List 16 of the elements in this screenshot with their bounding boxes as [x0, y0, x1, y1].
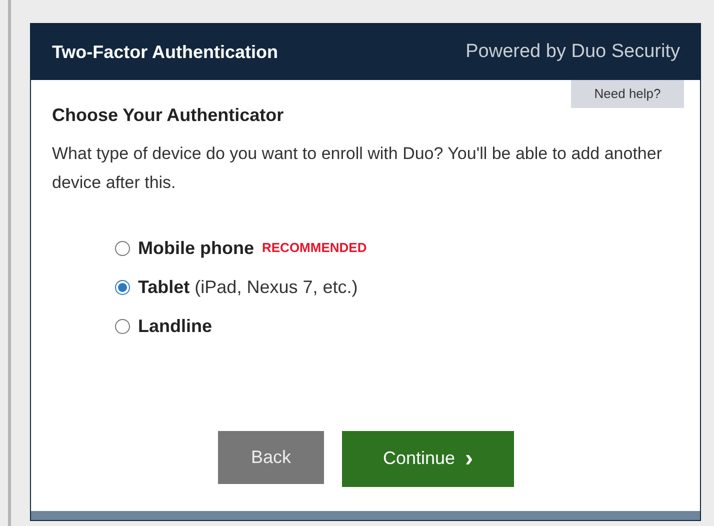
- chevron-icon: ›: [465, 446, 474, 470]
- back-button[interactable]: Back: [218, 430, 324, 484]
- option-label[interactable]: Landline: [138, 312, 212, 340]
- radio-button[interactable]: [115, 240, 130, 256]
- recommended-label: RECOMMENDED: [262, 239, 367, 258]
- section-heading: Choose Your Authenticator: [52, 104, 285, 126]
- continue-button[interactable]: Continue ›: [342, 430, 514, 486]
- option-detail: (iPad, Nexus 7, etc.): [194, 276, 358, 299]
- description-text: What type of device do you want to enroll with Duo? You'll be able to add another device after this.: [52, 142, 663, 194]
- help-button[interactable]: Need help?: [571, 80, 684, 108]
- window-title: Two-Factor Authentication: [52, 40, 278, 64]
- powered-by-text: Powered by Duo Security: [466, 40, 680, 64]
- option-label[interactable]: Mobile phone: [138, 234, 254, 262]
- option-label[interactable]: Tablet: [138, 274, 190, 300]
- radio-button[interactable]: [115, 280, 130, 294]
- radio-button[interactable]: [115, 318, 130, 334]
